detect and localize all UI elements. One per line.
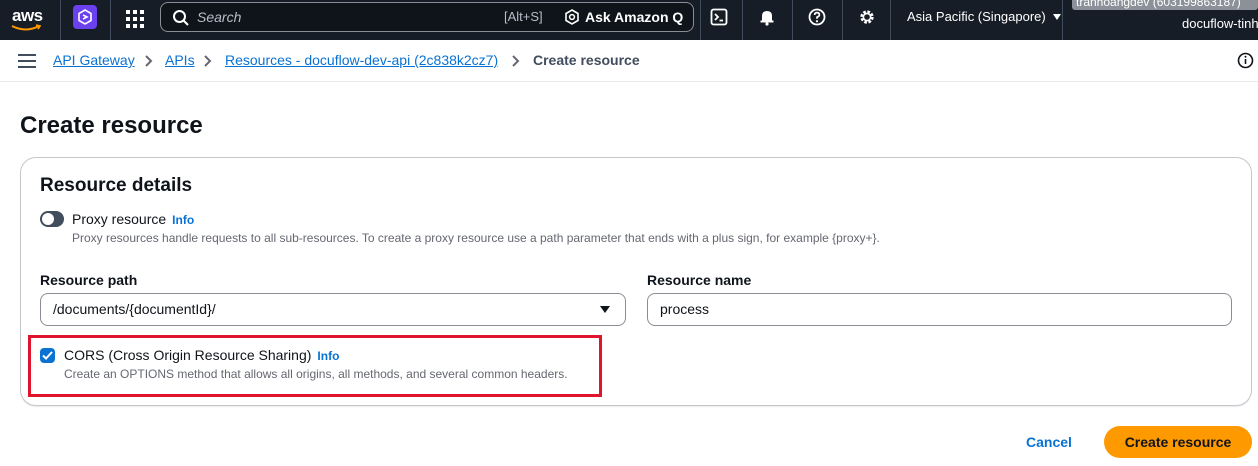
notifications-bell-icon[interactable]: [756, 6, 778, 28]
resource-name-input[interactable]: process: [647, 293, 1232, 326]
nav-divider: [842, 0, 843, 40]
proxy-resource-toggle[interactable]: [40, 211, 64, 227]
nav-divider: [1062, 0, 1063, 40]
chevron-right-icon: [145, 55, 153, 67]
nav-divider: [110, 0, 111, 40]
chevron-right-icon: [512, 55, 520, 67]
nav-divider: [700, 0, 701, 40]
nav-divider: [60, 0, 61, 40]
ask-amazon-q-label: Ask Amazon Q: [585, 9, 684, 25]
breadcrumb-api-gateway[interactable]: API Gateway: [53, 52, 135, 68]
region-selector[interactable]: Asia Pacific (Singapore): [907, 9, 1062, 24]
resource-name-value: process: [660, 301, 710, 317]
proxy-resource-label-text: Proxy resource: [72, 211, 167, 227]
resource-details-title: Resource details: [40, 175, 193, 196]
nav-divider: [792, 0, 793, 40]
account-menu[interactable]: tranhoangdev (603199863187): [1072, 0, 1258, 10]
breadcrumb-apis[interactable]: APIs: [165, 52, 195, 68]
proxy-resource-description: Proxy resources handle requests to all s…: [72, 231, 880, 245]
create-resource-button[interactable]: Create resource: [1104, 426, 1252, 458]
proxy-info-link[interactable]: Info: [172, 213, 194, 227]
nav-divider: [890, 0, 891, 40]
api-gateway-service-icon[interactable]: [73, 5, 97, 29]
settings-gear-icon[interactable]: [856, 6, 878, 28]
help-icon[interactable]: [806, 6, 828, 28]
cors-highlight-box: [28, 335, 602, 397]
aws-logo-text: aws: [12, 6, 43, 25]
breadcrumb-resources[interactable]: Resources - docuflow-dev-api (2c838k2cz7…: [225, 52, 498, 68]
breadcrumb-bar: API Gateway APIs Resources - docuflow-de…: [0, 40, 1258, 82]
search-shortcut: [Alt+S]: [504, 9, 543, 24]
services-grid-icon[interactable]: [124, 8, 146, 30]
account-username[interactable]: docuflow-tinh: [1182, 16, 1258, 31]
page-title: Create resource: [20, 112, 203, 139]
toggle-knob: [42, 213, 54, 225]
top-navigation: aws Search [Alt+S] Ask Amazon Q Asia Pac…: [0, 0, 1258, 40]
resource-path-select[interactable]: /documents/{documentId}/: [40, 293, 626, 326]
search-icon: [173, 10, 189, 26]
breadcrumb-current: Create resource: [533, 52, 640, 68]
resource-name-label: Resource name: [647, 272, 752, 288]
search-placeholder: Search: [197, 9, 242, 25]
cloudshell-icon[interactable]: [708, 6, 730, 28]
resource-path-label: Resource path: [40, 272, 138, 288]
api-gateway-glyph-icon: [78, 9, 92, 25]
ask-amazon-q-button[interactable]: Ask Amazon Q: [564, 7, 683, 27]
info-panel-icon[interactable]: [1237, 52, 1254, 69]
proxy-resource-label: Proxy resource Info: [72, 211, 194, 227]
global-search-input[interactable]: Search [Alt+S] Ask Amazon Q: [160, 2, 694, 32]
caret-down-icon: [600, 306, 610, 313]
region-label: Asia Pacific (Singapore): [907, 9, 1046, 24]
aws-smile-icon: [11, 24, 41, 31]
caret-down-icon: [1052, 13, 1061, 20]
amazon-q-icon: [565, 9, 579, 25]
menu-hamburger-icon[interactable]: [18, 54, 36, 68]
cancel-button[interactable]: Cancel: [1020, 428, 1078, 456]
aws-logo[interactable]: aws: [8, 4, 48, 34]
resource-path-value: /documents/{documentId}/: [53, 301, 216, 317]
chevron-right-icon: [204, 55, 212, 67]
nav-divider: [742, 0, 743, 40]
